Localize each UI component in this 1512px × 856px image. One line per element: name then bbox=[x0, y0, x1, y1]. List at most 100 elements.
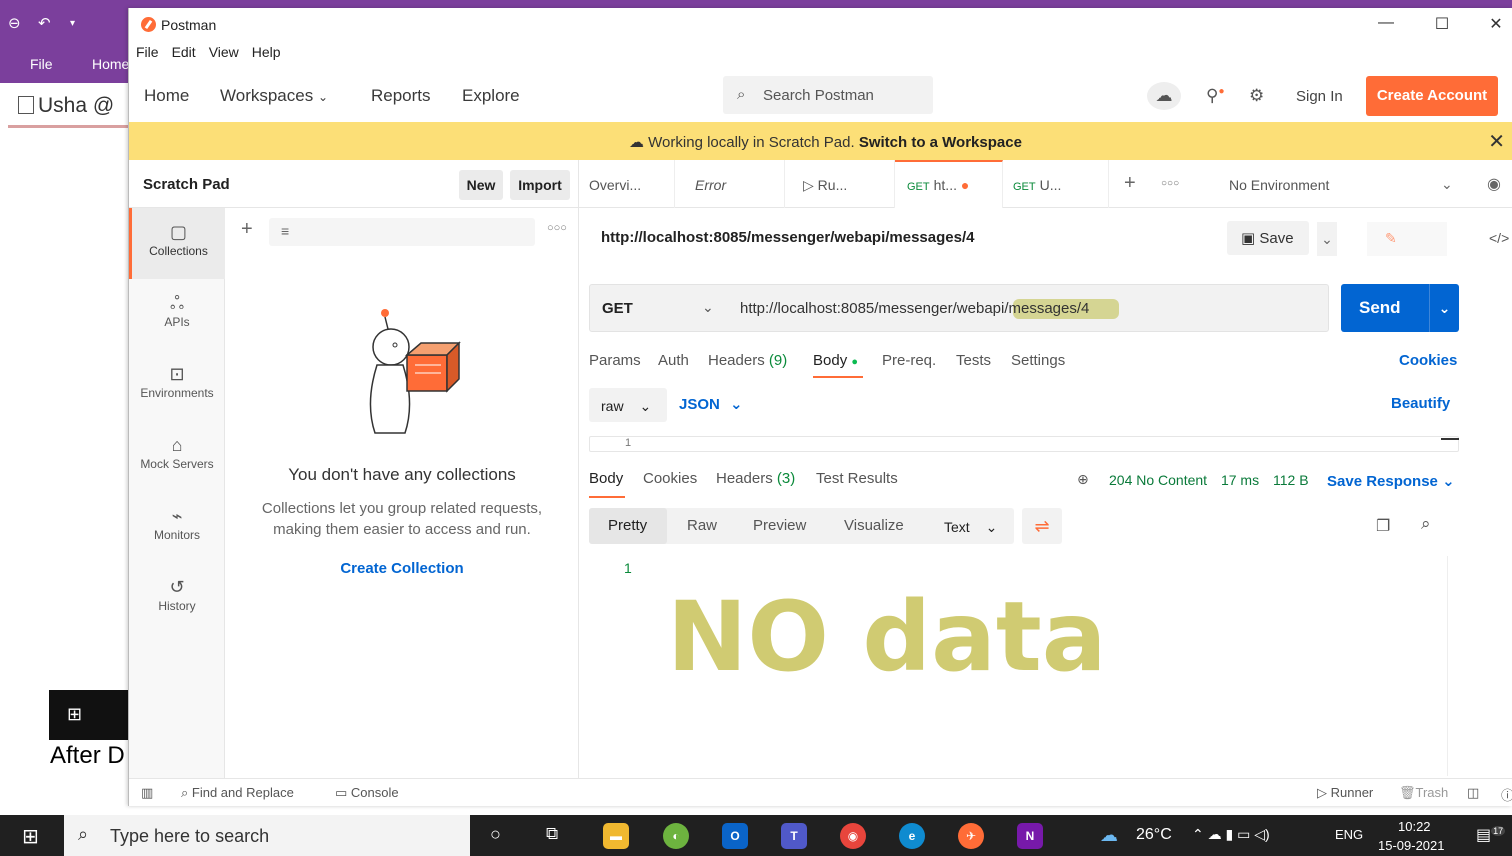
help-icon[interactable]: ⓘ bbox=[1501, 785, 1512, 804]
chrome-icon[interactable]: ◉ bbox=[840, 823, 866, 849]
eye-icon[interactable]: ◉ bbox=[1487, 174, 1501, 194]
task-view-icon[interactable]: ⧉ bbox=[546, 824, 558, 844]
sign-in-button[interactable]: Sign In bbox=[1296, 88, 1343, 105]
close-icon[interactable]: ✕ bbox=[1481, 14, 1511, 34]
tab-test-results[interactable]: Test Results bbox=[816, 470, 898, 487]
search-input[interactable]: ⌕ Search Postman bbox=[723, 76, 933, 114]
postman-taskbar-icon[interactable]: ✈ bbox=[958, 823, 984, 849]
tab-runner[interactable]: ▷ Ru... bbox=[785, 160, 895, 208]
edge-icon[interactable]: e bbox=[899, 823, 925, 849]
save-response-button[interactable]: Save Response ⌄ bbox=[1327, 472, 1455, 490]
maximize-icon[interactable]: ☐ bbox=[1427, 14, 1457, 34]
tab-get-request-active[interactable]: GET ht... ● bbox=[895, 160, 1003, 208]
environment-select[interactable]: No Environment bbox=[1229, 177, 1329, 193]
save-dropdown-icon[interactable]: ⌄ bbox=[1317, 222, 1337, 256]
response-size[interactable]: 112 B bbox=[1273, 472, 1309, 488]
banner-close-icon[interactable]: ✕ bbox=[1488, 129, 1505, 154]
back-icon[interactable]: ⊖ bbox=[8, 14, 21, 32]
sidebar-item-apis[interactable]: ஃ APIs bbox=[129, 279, 225, 350]
nav-reports[interactable]: Reports bbox=[371, 86, 431, 106]
tab-options-icon[interactable]: ○○○ bbox=[1161, 178, 1179, 189]
method-select[interactable]: GET bbox=[602, 300, 633, 317]
outlook-icon[interactable]: O bbox=[722, 823, 748, 849]
tab-headers[interactable]: Headers (9) bbox=[708, 352, 787, 369]
menu-edit[interactable]: Edit bbox=[172, 44, 196, 60]
onenote-page-label[interactable]: Usha @ bbox=[0, 94, 130, 118]
menu-help[interactable]: Help bbox=[252, 44, 281, 60]
menu-view[interactable]: View bbox=[209, 44, 239, 60]
url-input[interactable]: http://localhost:8085/messenger/webapi/m… bbox=[740, 300, 1089, 317]
nav-workspaces[interactable]: Workspaces ⌄ bbox=[220, 86, 328, 106]
nav-explore[interactable]: Explore bbox=[462, 86, 520, 106]
layout-icon[interactable]: ◫ bbox=[1467, 785, 1479, 801]
wrap-lines-icon[interactable]: ⇌ bbox=[1022, 508, 1062, 544]
file-explorer-icon[interactable]: ▬ bbox=[603, 823, 629, 849]
switch-workspace-link[interactable]: Switch to a Workspace bbox=[859, 134, 1022, 151]
quick-access-dropdown-icon[interactable]: ▾ bbox=[70, 18, 75, 29]
tab-response-cookies[interactable]: Cookies bbox=[643, 470, 697, 487]
tab-prerequest[interactable]: Pre-req. bbox=[882, 352, 936, 369]
taskbar-search-input[interactable]: ⌕ Type here to search bbox=[64, 815, 470, 856]
nav-home[interactable]: Home bbox=[144, 86, 189, 106]
sidebar-item-mock-servers[interactable]: ⌂ Mock Servers bbox=[129, 421, 225, 492]
undo-icon[interactable]: ↶ bbox=[38, 14, 51, 32]
clock-date[interactable]: 15-09-2021 bbox=[1378, 838, 1445, 853]
sidebar-item-history[interactable]: ↺ History bbox=[129, 563, 225, 634]
minimize-icon[interactable]: — bbox=[1371, 14, 1401, 32]
create-collection-link[interactable]: Create Collection bbox=[225, 560, 579, 577]
windows-start-icon[interactable]: ⊞ bbox=[22, 824, 39, 849]
weather-temperature[interactable]: 26°C bbox=[1136, 826, 1172, 844]
onenote-menu-home[interactable]: Home bbox=[92, 56, 129, 72]
sidebar-item-monitors[interactable]: ⌁ Monitors bbox=[129, 492, 225, 563]
cookies-link[interactable]: Cookies bbox=[1399, 352, 1457, 369]
console-button[interactable]: ▭ Console bbox=[335, 785, 399, 801]
view-raw[interactable]: Raw bbox=[687, 517, 717, 534]
tab-settings[interactable]: Settings bbox=[1011, 352, 1065, 369]
tab-tests[interactable]: Tests bbox=[956, 352, 991, 369]
tab-params[interactable]: Params bbox=[589, 352, 641, 369]
view-visualize[interactable]: Visualize bbox=[844, 517, 904, 534]
new-button[interactable]: New bbox=[459, 170, 503, 200]
response-time[interactable]: 17 ms bbox=[1221, 472, 1259, 488]
gear-icon[interactable]: ⚙ bbox=[1249, 86, 1264, 106]
globe-icon[interactable]: ⊕ bbox=[1077, 471, 1089, 488]
create-account-button[interactable]: Create Account bbox=[1366, 76, 1498, 116]
more-options-icon[interactable]: ○○○ bbox=[547, 222, 567, 234]
onenote-menu-file[interactable]: File bbox=[30, 56, 53, 72]
save-button[interactable]: ▣ Save bbox=[1227, 221, 1309, 255]
sidebar-toggle-icon[interactable]: ▥ bbox=[141, 785, 153, 801]
onenote-icon[interactable]: N bbox=[1017, 823, 1043, 849]
tab-response-body[interactable]: Body bbox=[589, 470, 623, 487]
tab-auth[interactable]: Auth bbox=[658, 352, 689, 369]
system-tray-icons[interactable]: ⌃ ☁ ▮ ▭ ◁) bbox=[1192, 826, 1270, 843]
weather-icon[interactable]: ☁ bbox=[1100, 825, 1118, 846]
code-icon[interactable]: </> bbox=[1489, 230, 1509, 246]
satellite-icon[interactable]: ⚲● bbox=[1206, 86, 1225, 106]
sidebar-item-environments[interactable]: ⊡ Environments bbox=[129, 350, 225, 421]
sync-off-icon[interactable]: ☁ bbox=[1147, 82, 1181, 110]
add-collection-icon[interactable]: + bbox=[241, 218, 253, 241]
cortana-icon[interactable]: ○ bbox=[490, 824, 501, 845]
sidebar-item-collections[interactable]: ▢ Collections bbox=[129, 208, 225, 279]
drag-handle[interactable] bbox=[1441, 438, 1459, 440]
tab-error[interactable]: Error bbox=[675, 160, 785, 208]
notifications-icon[interactable]: ▤ 17 bbox=[1476, 825, 1506, 845]
find-replace-button[interactable]: ⌕ Find and Replace bbox=[181, 785, 294, 801]
menu-file[interactable]: File bbox=[136, 44, 159, 60]
view-pretty[interactable]: Pretty bbox=[608, 517, 647, 534]
trash-button[interactable]: 🗑Trash bbox=[1399, 785, 1448, 801]
tab-body[interactable]: Body ● bbox=[813, 352, 858, 369]
copy-icon[interactable]: ❐ bbox=[1376, 516, 1390, 536]
tab-overview[interactable]: Overvi... bbox=[579, 160, 675, 208]
import-button[interactable]: Import bbox=[510, 170, 570, 200]
chevron-down-icon[interactable]: ⌄ bbox=[1441, 176, 1453, 193]
send-dropdown-icon[interactable]: ⌄ bbox=[1429, 284, 1459, 332]
teams-icon[interactable]: T bbox=[781, 823, 807, 849]
collections-filter-input[interactable]: ≡ bbox=[269, 218, 535, 246]
tab-get-request[interactable]: GET U... bbox=[1003, 160, 1109, 208]
send-button[interactable]: Send ⌄ bbox=[1341, 284, 1459, 332]
request-body-editor[interactable]: 1 bbox=[589, 436, 1459, 452]
spring-tool-icon[interactable]: ◐ bbox=[663, 823, 689, 849]
edit-icon[interactable]: ✎ bbox=[1367, 222, 1447, 256]
input-language[interactable]: ENG bbox=[1335, 827, 1363, 842]
